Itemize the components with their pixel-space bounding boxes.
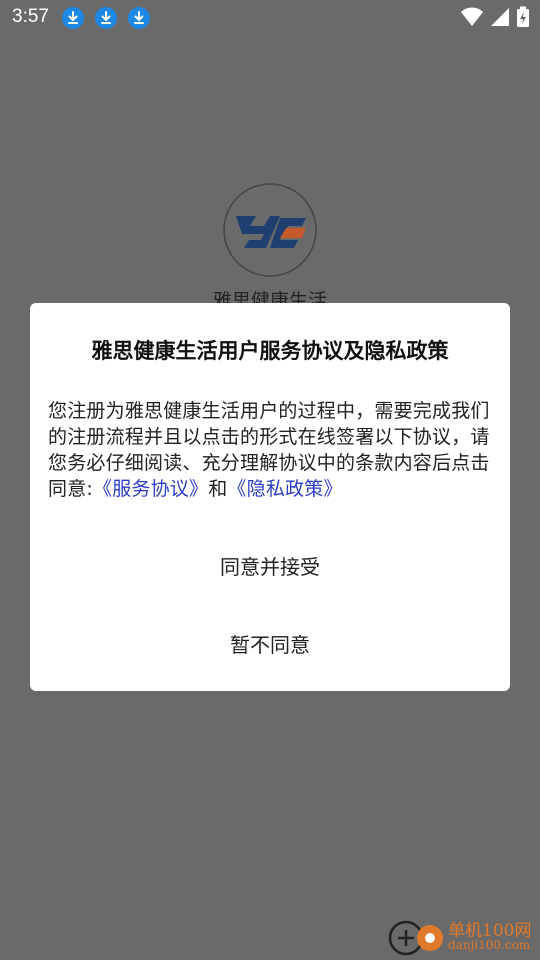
app-logo [223, 183, 317, 277]
dialog-body: 您注册为雅思健康生活用户的过程中，需要完成我们的注册流程并且以点击的形式在线签署… [48, 398, 494, 502]
wifi-icon [460, 7, 483, 26]
download-icon [95, 7, 117, 29]
dialog-title: 雅思健康生活用户服务协议及隐私政策 [91, 339, 449, 363]
service-agreement-link[interactable]: 《服务协议》 [93, 478, 208, 500]
privacy-policy-link[interactable]: 《隐私政策》 [227, 478, 342, 500]
download-icon [62, 7, 84, 29]
watermark-logo-icon [388, 920, 443, 956]
disagree-button[interactable]: 暂不同意 [30, 629, 510, 658]
signal-icon [490, 8, 509, 26]
status-bar: 3:57 [0, 0, 540, 36]
system-icons [460, 6, 530, 30]
download-icon [128, 7, 150, 29]
agree-button[interactable]: 同意并接受 [30, 551, 510, 580]
status-time: 3:57 [12, 6, 49, 27]
battery-charging-icon [517, 6, 529, 27]
watermark-domain: danji100.com [448, 938, 531, 952]
conjunction-text: 和 [208, 478, 228, 500]
agreement-dialog: 雅思健康生活用户服务协议及隐私政策 您注册为雅思健康生活用户的过程中，需要完成我… [30, 303, 510, 691]
watermark: 单机100网 danji100.com [386, 916, 538, 958]
